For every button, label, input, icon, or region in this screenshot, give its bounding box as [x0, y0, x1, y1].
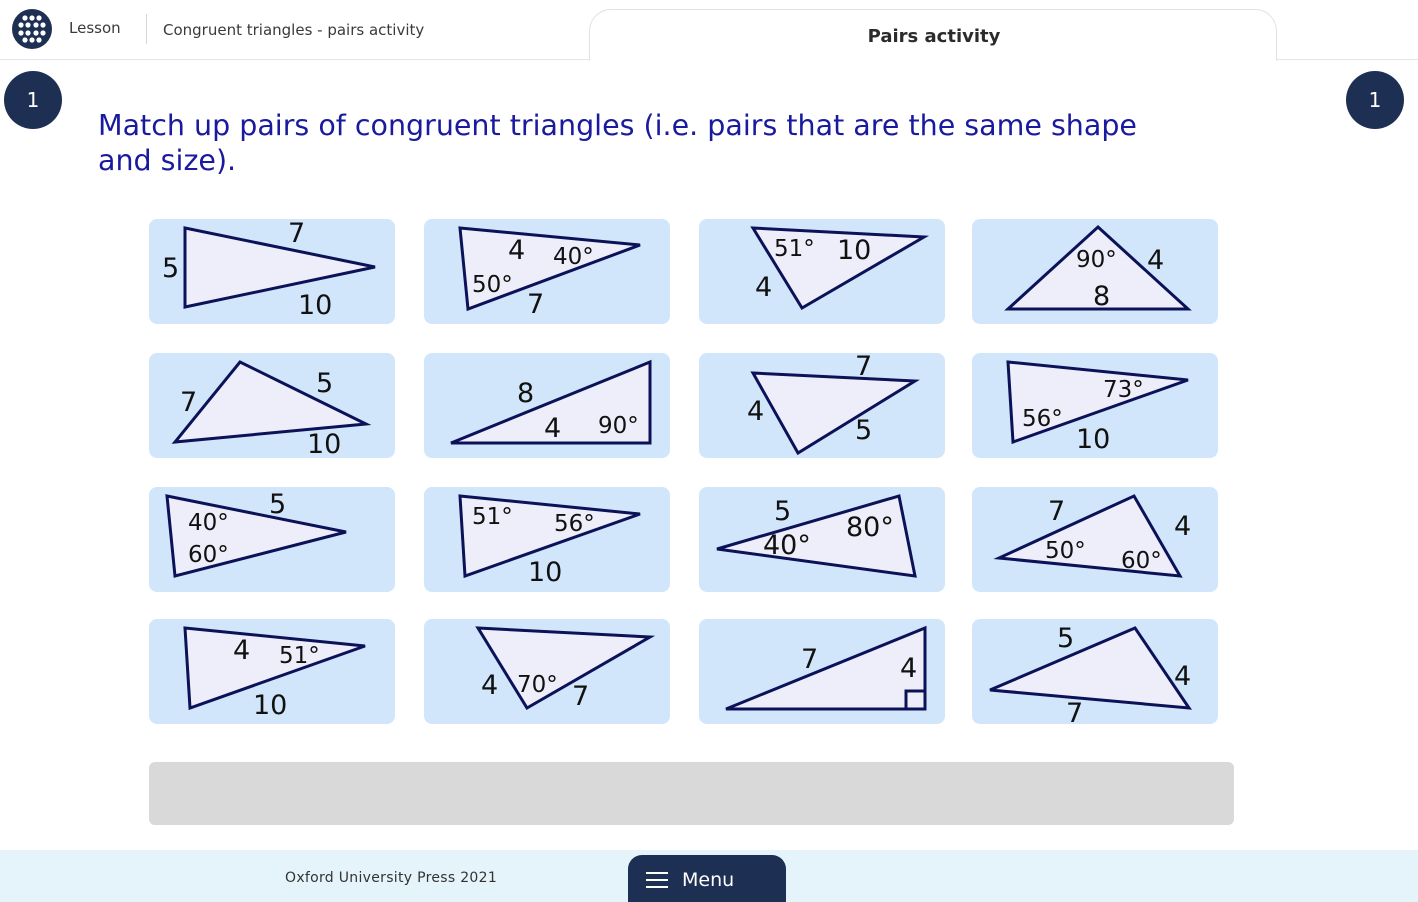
- triangle-label: 4: [900, 653, 917, 684]
- triangle-diagram: 4 70° 7: [475, 626, 656, 712]
- triangle-card-16[interactable]: 5 4 7: [972, 619, 1218, 729]
- triangle-card-4[interactable]: 90° 4 8: [972, 219, 1218, 324]
- triangle-label: 90°: [598, 413, 639, 439]
- triangle-diagram: 4 40° 50° 7: [458, 226, 641, 320]
- triangle-label: 51°: [774, 236, 815, 262]
- triangle-diagram: 8 4 90°: [450, 359, 652, 445]
- triangle-label: 4: [544, 413, 561, 444]
- triangle-label: 7: [1048, 496, 1065, 527]
- triangle-label: 90°: [1076, 247, 1117, 273]
- hamburger-icon: [646, 872, 668, 888]
- triangle-label: 4: [481, 670, 498, 701]
- triangle-label: 4: [1174, 511, 1191, 542]
- triangle-card-11[interactable]: 5 80° 40°: [699, 487, 945, 592]
- triangle-diagram: 7 4 50° 60°: [993, 494, 1191, 578]
- triangle-card-5[interactable]: 5 7 10: [149, 353, 395, 460]
- triangle-card-14[interactable]: 4 70° 7: [424, 619, 670, 724]
- triangle-card-7[interactable]: 7 4 5: [699, 351, 945, 458]
- triangle-label: 51°: [472, 504, 513, 530]
- triangle-label: 50°: [472, 272, 513, 298]
- header-divider: [146, 14, 147, 44]
- triangle-label: 10: [253, 690, 287, 721]
- triangle-label: 10: [1076, 424, 1110, 455]
- step-badge-right: 1: [1346, 71, 1404, 129]
- triangle-card-8[interactable]: 73° 56° 10: [972, 353, 1218, 458]
- triangle-label: 7: [801, 644, 818, 675]
- triangle-label: 5: [855, 415, 872, 446]
- triangle-diagram: 51° 10 4: [750, 226, 930, 311]
- triangle-diagram: 90° 4 8: [1004, 224, 1192, 312]
- lesson-title: Congruent triangles - pairs activity: [163, 21, 425, 39]
- step-badge-left: 1: [4, 71, 62, 129]
- lesson-link[interactable]: Lesson: [69, 19, 121, 37]
- menu-label: Menu: [682, 869, 735, 891]
- triangle-card-9[interactable]: 5 40° 60°: [149, 487, 395, 592]
- lesson-screen: Lesson Congruent triangles - pairs activ…: [0, 0, 1418, 902]
- answer-area: [149, 762, 1234, 825]
- triangle-label: 8: [517, 378, 534, 409]
- triangle-label: 5: [1057, 623, 1074, 654]
- triangle-label: 4: [1174, 661, 1191, 692]
- triangle-diagram: 5 4 7: [989, 623, 1193, 729]
- triangle-label: 56°: [1022, 406, 1063, 432]
- copyright-text: Oxford University Press 2021: [285, 870, 498, 886]
- triangle-label: 60°: [188, 542, 229, 568]
- triangle-diagram: 7 5 10: [162, 218, 376, 321]
- triangle-card-10[interactable]: 51° 56° 10: [424, 487, 670, 592]
- triangle-label: 5: [774, 496, 791, 527]
- triangle-label: 5: [316, 368, 333, 399]
- top-bar: Lesson Congruent triangles - pairs activ…: [0, 0, 1418, 61]
- triangle-label: 10: [298, 290, 332, 321]
- triangle-diagram: 5 40° 60°: [165, 489, 347, 578]
- triangle-card-6[interactable]: 8 4 90°: [424, 353, 670, 458]
- triangle-label: 7: [288, 218, 305, 249]
- triangle-label: 70°: [517, 672, 558, 698]
- triangle-label: 40°: [188, 510, 229, 536]
- triangle-label: 80°: [846, 512, 894, 543]
- triangle-diagram: 5 7 10: [171, 360, 372, 460]
- triangle-card-12[interactable]: 7 4 50° 60°: [972, 487, 1218, 592]
- triangle-label: 4: [233, 635, 250, 666]
- tab-label: Pairs activity: [867, 26, 1001, 47]
- triangle-label: 4: [747, 396, 764, 427]
- triangle-diagram: 4 51° 10: [183, 626, 366, 721]
- triangle-label: 73°: [1103, 377, 1144, 403]
- triangle-label: 7: [1066, 698, 1083, 729]
- triangle-label: 56°: [554, 511, 595, 537]
- apps-button[interactable]: [12, 9, 52, 49]
- menu-button[interactable]: Menu: [628, 855, 786, 902]
- triangle-diagram: 73° 56° 10: [1006, 360, 1189, 455]
- triangle-label: 4: [755, 272, 772, 303]
- triangle-label: 7: [855, 351, 872, 382]
- triangle-card-2[interactable]: 4 40° 50° 7: [424, 219, 670, 324]
- triangle-diagram: 51° 56° 10: [458, 494, 641, 588]
- triangle-label: 10: [837, 235, 871, 266]
- triangle-card-13[interactable]: 4 51° 10: [149, 619, 395, 724]
- triangle-label: 10: [528, 557, 562, 588]
- triangle-label: 40°: [553, 244, 594, 270]
- triangle-label: 5: [162, 253, 179, 284]
- triangle-label: 4: [508, 235, 525, 266]
- triangle-label: 7: [180, 387, 197, 418]
- triangle-diagram: 7 4: [725, 625, 927, 711]
- triangle-label: 7: [527, 289, 544, 320]
- triangle-card-15[interactable]: 7 4: [699, 619, 945, 724]
- triangle-label: 7: [572, 681, 589, 712]
- triangle-label: 8: [1093, 281, 1110, 312]
- instruction-text: Match up pairs of congruent triangles (i…: [98, 109, 1137, 177]
- triangle-label: 5: [269, 489, 286, 520]
- triangle-diagram: 7 4 5: [747, 351, 920, 456]
- triangle-label: 60°: [1121, 548, 1162, 574]
- triangle-label: 10: [307, 429, 341, 460]
- triangle-label: 51°: [279, 643, 320, 669]
- triangle-label: 40°: [763, 530, 811, 561]
- triangle-label: 50°: [1045, 538, 1086, 564]
- triangle-card-3[interactable]: 51° 10 4: [699, 219, 945, 324]
- triangle-label: 4: [1147, 245, 1164, 276]
- triangle-card-1[interactable]: 7 5 10: [149, 218, 395, 324]
- triangle-diagram: 5 80° 40°: [716, 494, 917, 578]
- grid-dots-icon: [18, 15, 46, 43]
- tab-pairs-activity[interactable]: Pairs activity: [589, 9, 1277, 61]
